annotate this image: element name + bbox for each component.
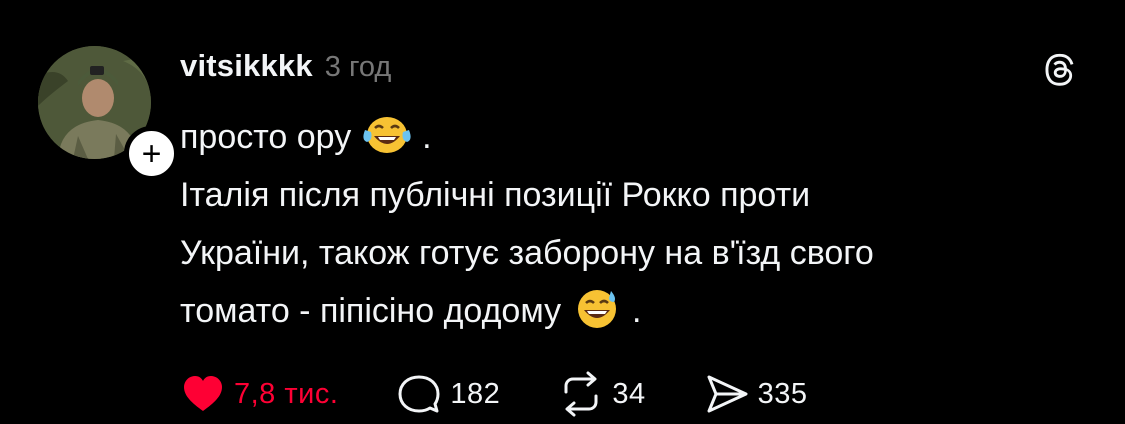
repost-button[interactable]: 34 (558, 371, 645, 417)
like-count: 7,8 тис. (234, 377, 339, 410)
face-with-tears-of-joy-emoji (363, 117, 411, 153)
post-line-suffix: . (422, 118, 432, 156)
share-icon (707, 375, 748, 413)
repost-icon (564, 371, 598, 417)
reply-button[interactable]: 182 (396, 371, 500, 417)
post-line-4: томато - піпісіно додому . (180, 282, 1100, 340)
post-text: томато - піпісіно додому (180, 292, 562, 330)
post-text: Італія після публічні позиції Рокко прот… (180, 176, 811, 214)
thread-post: + vitsikkkk 3 год просто ору . Італія пі… (0, 0, 1125, 424)
follow-plus-button[interactable]: + (124, 126, 179, 181)
repost-count: 34 (612, 377, 646, 410)
timestamp: 3 год (324, 51, 392, 83)
avatar-container: + (38, 46, 179, 181)
comment-icon (398, 375, 440, 413)
like-button[interactable]: 7,8 тис. (180, 371, 338, 417)
share-count: 335 (757, 377, 808, 410)
post-line-1: просто ору . (180, 108, 1100, 166)
threads-logo-icon[interactable] (1040, 51, 1078, 89)
post-text: просто ору (180, 118, 352, 156)
heart-icon (184, 376, 222, 411)
post-line-suffix: . (631, 292, 642, 330)
username-link[interactable]: vitsikkkk (180, 48, 313, 84)
post-text: України, також готує заборону на в'їзд с… (180, 234, 874, 272)
post-line-3: України, також готує заборону на в'їзд с… (180, 224, 1100, 282)
plus-icon: + (141, 134, 162, 173)
share-button[interactable]: 335 (704, 371, 808, 417)
post-header: vitsikkkk 3 год (180, 48, 391, 88)
action-bar: 7,8 тис. 182 34 335 (180, 370, 865, 418)
grinning-face-with-sweat-emoji (577, 290, 616, 328)
reply-count: 182 (450, 377, 501, 410)
post-body: просто ору . Італія після публічні позиц… (180, 108, 1100, 340)
post-line-2: Італія після публічні позиції Рокко прот… (180, 166, 1100, 224)
